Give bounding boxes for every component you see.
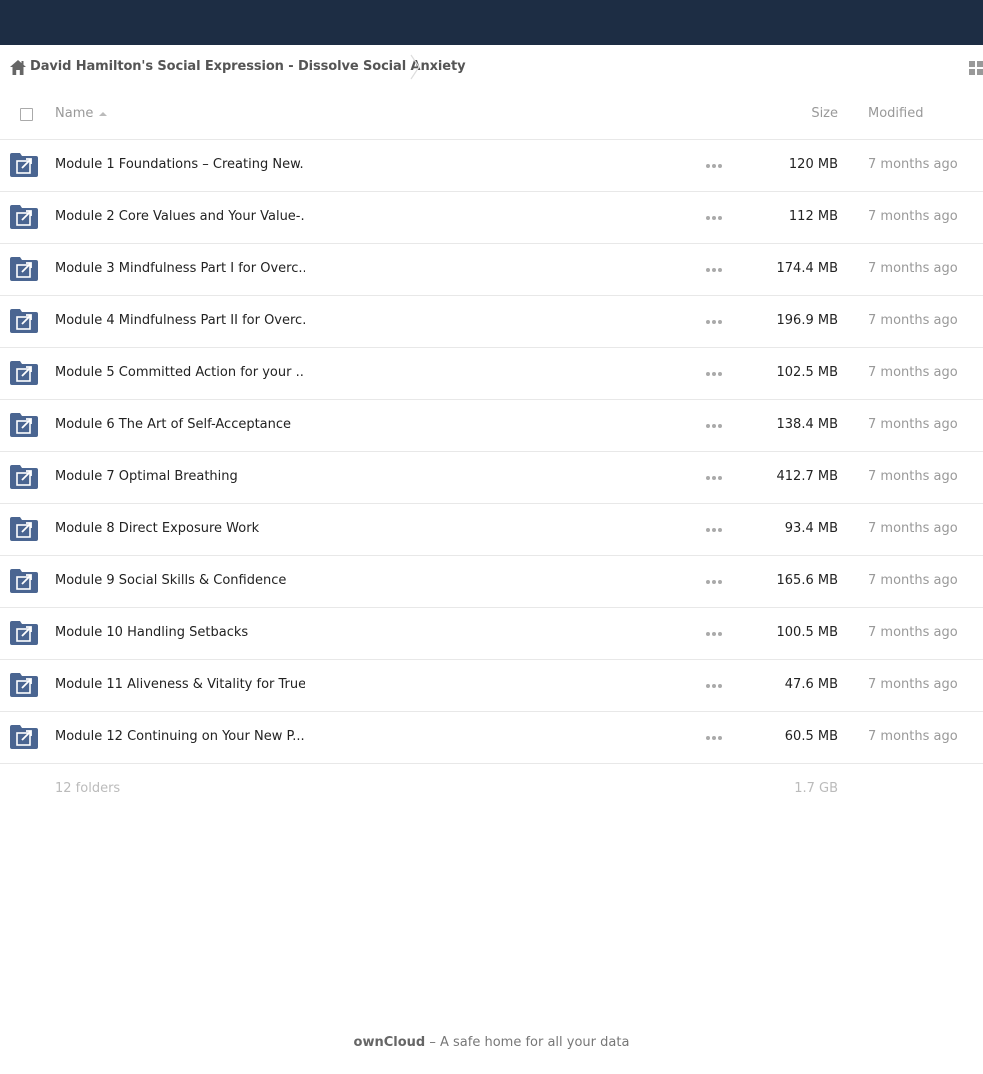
file-name-link[interactable]: Module 11 Aliveness & Vitality for True.… — [55, 677, 305, 692]
table-row[interactable]: Module 9 Social Skills & Confidence 165.6… — [0, 556, 983, 608]
file-size: 196.9 MB — [776, 313, 838, 328]
footer-brand[interactable]: ownCloud — [354, 1035, 426, 1050]
more-actions-icon[interactable] — [706, 164, 722, 168]
more-actions-icon[interactable] — [706, 684, 722, 688]
file-list-summary: 12 folders 1.7 GB — [0, 758, 983, 818]
file-modified: 7 months ago — [868, 625, 958, 640]
shared-folder-icon[interactable] — [10, 309, 38, 333]
more-actions-icon[interactable] — [706, 736, 722, 740]
select-all-checkbox[interactable] — [20, 108, 33, 121]
file-modified: 7 months ago — [868, 157, 958, 172]
file-modified: 7 months ago — [868, 417, 958, 432]
file-modified: 7 months ago — [868, 521, 958, 536]
sort-by-name-header[interactable]: Name — [55, 106, 93, 121]
sort-ascending-icon — [99, 112, 107, 116]
file-size: 47.6 MB — [784, 677, 838, 692]
file-name-link[interactable]: Module 10 Handling Setbacks — [55, 625, 248, 640]
file-modified: 7 months ago — [868, 469, 958, 484]
table-row[interactable]: Module 12 Continuing on Your New P... 60.… — [0, 712, 983, 764]
table-row[interactable]: Module 5 Committed Action for your ... 10… — [0, 348, 983, 400]
shared-folder-icon[interactable] — [10, 621, 38, 645]
total-size: 1.7 GB — [794, 781, 838, 796]
file-modified: 7 months ago — [868, 365, 958, 380]
file-name-link[interactable]: Module 3 Mindfulness Part I for Overc... — [55, 261, 305, 276]
file-name-link[interactable]: Module 6 The Art of Self-Acceptance — [55, 417, 291, 432]
shared-folder-icon[interactable] — [10, 569, 38, 593]
file-name-link[interactable]: Module 1 Foundations – Creating New... — [55, 157, 305, 172]
file-size: 165.6 MB — [776, 573, 838, 588]
file-size: 102.5 MB — [776, 365, 838, 380]
more-actions-icon[interactable] — [706, 372, 722, 376]
shared-folder-icon[interactable] — [10, 257, 38, 281]
sort-by-modified-header[interactable]: Modified — [868, 106, 923, 121]
breadcrumb-current-folder[interactable]: David Hamilton's Social Expression - Dis… — [30, 59, 466, 74]
file-name-link[interactable]: Module 4 Mindfulness Part II for Overc..… — [55, 313, 305, 328]
file-name-link[interactable]: Module 12 Continuing on Your New P... — [55, 729, 305, 744]
file-size: 120 MB — [788, 157, 838, 172]
more-actions-icon[interactable] — [706, 528, 722, 532]
file-name-link[interactable]: Module 8 Direct Exposure Work — [55, 521, 259, 536]
file-list-header: Name Size Modified — [0, 89, 983, 140]
breadcrumb: David Hamilton's Social Expression - Dis… — [0, 45, 983, 89]
file-size: 412.7 MB — [776, 469, 838, 484]
more-actions-icon[interactable] — [706, 580, 722, 584]
file-size: 138.4 MB — [776, 417, 838, 432]
footer-tagline: – A safe home for all your data — [425, 1035, 630, 1050]
file-size: 112 MB — [788, 209, 838, 224]
file-list: Module 1 Foundations – Creating New... 12… — [0, 140, 983, 764]
file-name-link[interactable]: Module 2 Core Values and Your Value-... — [55, 209, 305, 224]
shared-folder-icon[interactable] — [10, 517, 38, 541]
file-modified: 7 months ago — [868, 729, 958, 744]
shared-folder-icon[interactable] — [10, 673, 38, 697]
file-size: 93.4 MB — [784, 521, 838, 536]
folder-count: 12 folders — [55, 781, 121, 796]
table-row[interactable]: Module 8 Direct Exposure Work 93.4 MB 7 mo… — [0, 504, 983, 556]
file-name-link[interactable]: Module 9 Social Skills & Confidence — [55, 573, 286, 588]
table-row[interactable]: Module 3 Mindfulness Part I for Overc...… — [0, 244, 983, 296]
more-actions-icon[interactable] — [706, 320, 722, 324]
file-modified: 7 months ago — [868, 261, 958, 276]
shared-folder-icon[interactable] — [10, 725, 38, 749]
table-row[interactable]: Module 10 Handling Setbacks 100.5 MB 7 mon… — [0, 608, 983, 660]
more-actions-icon[interactable] — [706, 632, 722, 636]
shared-folder-icon[interactable] — [10, 465, 38, 489]
file-modified: 7 months ago — [868, 677, 958, 692]
grid-view-icon[interactable] — [969, 61, 983, 75]
shared-folder-icon[interactable] — [10, 361, 38, 385]
footer: ownCloud – A safe home for all your data — [0, 1035, 983, 1050]
more-actions-icon[interactable] — [706, 424, 722, 428]
more-actions-icon[interactable] — [706, 268, 722, 272]
table-row[interactable]: Module 7 Optimal Breathing 412.7 MB 7 mont… — [0, 452, 983, 504]
file-modified: 7 months ago — [868, 573, 958, 588]
table-row[interactable]: Module 2 Core Values and Your Value-... 1… — [0, 192, 983, 244]
breadcrumb-separator-icon — [410, 54, 420, 80]
file-size: 60.5 MB — [784, 729, 838, 744]
file-size: 174.4 MB — [776, 261, 838, 276]
table-row[interactable]: Module 1 Foundations – Creating New... 12… — [0, 140, 983, 192]
file-name-link[interactable]: Module 7 Optimal Breathing — [55, 469, 238, 484]
file-name-link[interactable]: Module 5 Committed Action for your ... — [55, 365, 305, 380]
file-modified: 7 months ago — [868, 209, 958, 224]
table-row[interactable]: Module 6 The Art of Self-Acceptance 138.4… — [0, 400, 983, 452]
file-modified: 7 months ago — [868, 313, 958, 328]
table-row[interactable]: Module 11 Aliveness & Vitality for True.… — [0, 660, 983, 712]
more-actions-icon[interactable] — [706, 216, 722, 220]
sort-by-size-header[interactable]: Size — [811, 106, 838, 121]
home-icon[interactable] — [10, 60, 26, 75]
file-size: 100.5 MB — [776, 625, 838, 640]
shared-folder-icon[interactable] — [10, 205, 38, 229]
shared-folder-icon[interactable] — [10, 413, 38, 437]
more-actions-icon[interactable] — [706, 476, 722, 480]
shared-folder-icon[interactable] — [10, 153, 38, 177]
table-row[interactable]: Module 4 Mindfulness Part II for Overc..… — [0, 296, 983, 348]
top-navigation-bar — [0, 0, 983, 45]
